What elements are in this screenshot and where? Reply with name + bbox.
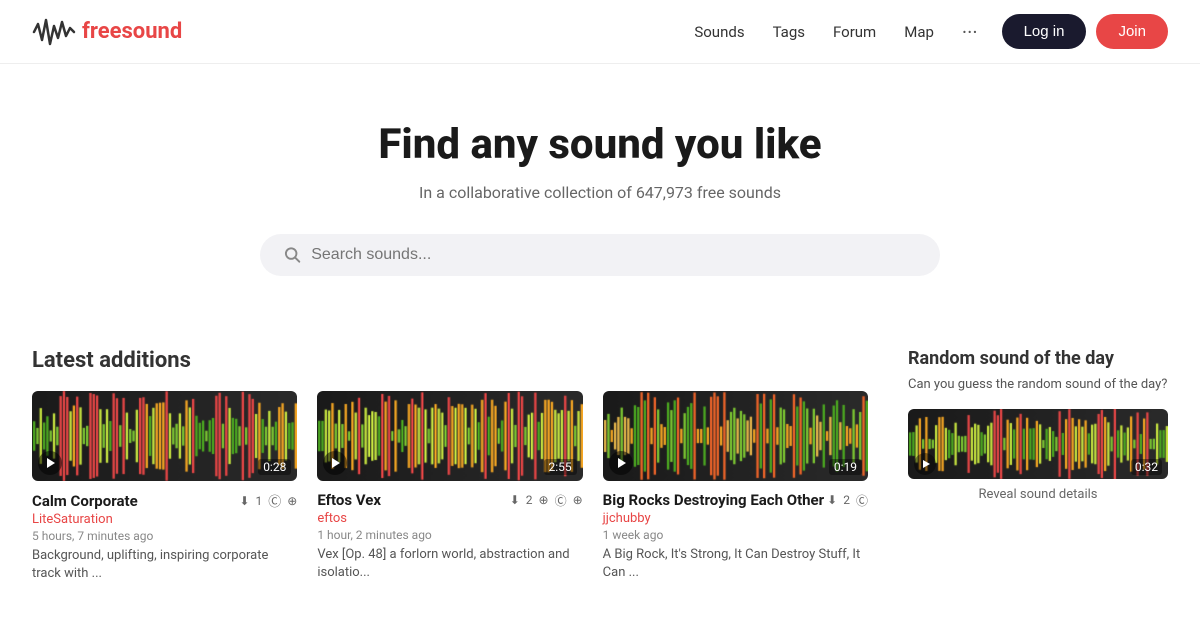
sound-icons-1: ⬇ 2 ⊕ Ⓒ ⊕	[510, 492, 583, 509]
download-icon-0: ⬇	[239, 494, 249, 508]
sound-card-1: 2:55 Eftos Vex ⬇ 2 ⊕ Ⓒ ⊕ eftos 1 hour, 2…	[317, 391, 582, 583]
sound-card-2: 0:19 Big Rocks Destroying Each Other ⬇ 2…	[603, 391, 868, 583]
download-count-2: 2	[843, 493, 850, 507]
main-content: Latest additions 0:28 Calm Corporate ⬇ 1…	[0, 316, 1200, 583]
sound-icons-0: ⬇ 1 Ⓒ ⊕	[239, 491, 297, 510]
sound-meta-0: Calm Corporate ⬇ 1 Ⓒ ⊕	[32, 491, 297, 510]
sound-time-1: 1 hour, 2 minutes ago	[317, 528, 582, 542]
reveal-link[interactable]: Reveal sound details	[908, 487, 1168, 502]
latest-title: Latest additions	[32, 348, 868, 373]
nav-forum[interactable]: Forum	[833, 23, 876, 41]
navbar: freesound Sounds Tags Forum Map ··· Log …	[0, 0, 1200, 64]
logo-text: freesound	[82, 19, 182, 44]
sidebar: Random sound of the day Can you guess th…	[908, 348, 1168, 583]
sound-card-0: 0:28 Calm Corporate ⬇ 1 Ⓒ ⊕ LiteSaturati…	[32, 391, 297, 583]
sound-name-0[interactable]: Calm Corporate	[32, 492, 138, 510]
share-icon-1: ⊕	[573, 493, 583, 507]
random-duration: 0:32	[1131, 459, 1162, 475]
waveform-2[interactable]: 0:19	[603, 391, 868, 481]
random-sound-title: Random sound of the day	[908, 348, 1168, 369]
random-waveform[interactable]: 0:32	[908, 409, 1168, 479]
random-sound-subtitle: Can you guess the random sound of the da…	[908, 375, 1168, 395]
sound-name-1[interactable]: Eftos Vex	[317, 491, 381, 509]
duration-0: 0:28	[258, 459, 291, 475]
sound-author-2[interactable]: jjchubby	[603, 511, 868, 526]
cc-icon-2: Ⓒ	[856, 492, 868, 509]
sound-desc-1: Vex [Op. 48] a forlorn world, abstractio…	[317, 546, 582, 582]
hero-subtitle: In a collaborative collection of 647,973…	[20, 183, 1180, 202]
sound-name-2[interactable]: Big Rocks Destroying Each Other	[603, 491, 824, 509]
play-button-2[interactable]	[609, 451, 633, 475]
sound-cards: 0:28 Calm Corporate ⬇ 1 Ⓒ ⊕ LiteSaturati…	[32, 391, 868, 583]
random-waveform-canvas	[908, 409, 1168, 479]
duration-2: 0:19	[829, 459, 862, 475]
waveform-0[interactable]: 0:28	[32, 391, 297, 481]
download-icon-1: ⬇	[510, 493, 520, 507]
sound-author-0[interactable]: LiteSaturation	[32, 512, 297, 527]
search-input[interactable]	[311, 246, 916, 264]
download-icon-2: ⬇	[827, 493, 837, 507]
search-icon	[284, 246, 301, 264]
nav-map[interactable]: Map	[904, 23, 934, 41]
download-count-0: 1	[256, 494, 263, 508]
share-icon-0: ⊕	[287, 494, 297, 508]
sound-time-0: 5 hours, 7 minutes ago	[32, 529, 297, 543]
hero-title: Find any sound you like	[20, 120, 1180, 169]
latest-section: Latest additions 0:28 Calm Corporate ⬇ 1…	[32, 348, 868, 583]
hero-section: Find any sound you like In a collaborati…	[0, 64, 1200, 316]
nav-more[interactable]: ···	[962, 20, 978, 44]
cc-icon-1: Ⓒ	[555, 492, 567, 509]
logo[interactable]: freesound	[32, 14, 182, 50]
login-button[interactable]: Log in	[1002, 14, 1087, 49]
waveform-canvas-1	[317, 391, 582, 481]
download-count-1: 2	[526, 493, 533, 507]
sound-desc-2: A Big Rock, It's Strong, It Can Destroy …	[603, 546, 868, 582]
waveform-1[interactable]: 2:55	[317, 391, 582, 481]
duration-1: 2:55	[544, 459, 577, 475]
play-button-0[interactable]	[38, 451, 62, 475]
logo-icon	[32, 14, 76, 50]
stack-icon-1: ⊕	[539, 493, 549, 507]
nav-links: Sounds Tags Forum Map ···	[694, 20, 977, 44]
sound-icons-2: ⬇ 2 Ⓒ	[827, 492, 868, 509]
join-button[interactable]: Join	[1096, 14, 1168, 49]
sound-time-2: 1 week ago	[603, 528, 868, 542]
cc-icon-0: Ⓒ	[268, 491, 281, 510]
nav-sounds[interactable]: Sounds	[694, 23, 744, 41]
sound-desc-0: Background, uplifting, inspiring corpora…	[32, 547, 297, 583]
nav-tags[interactable]: Tags	[773, 23, 805, 41]
sound-meta-2: Big Rocks Destroying Each Other ⬇ 2 Ⓒ	[603, 491, 868, 509]
sound-author-1[interactable]: eftos	[317, 511, 582, 526]
random-play-button[interactable]	[914, 453, 936, 475]
sound-meta-1: Eftos Vex ⬇ 2 ⊕ Ⓒ ⊕	[317, 491, 582, 509]
search-bar[interactable]	[260, 234, 940, 276]
